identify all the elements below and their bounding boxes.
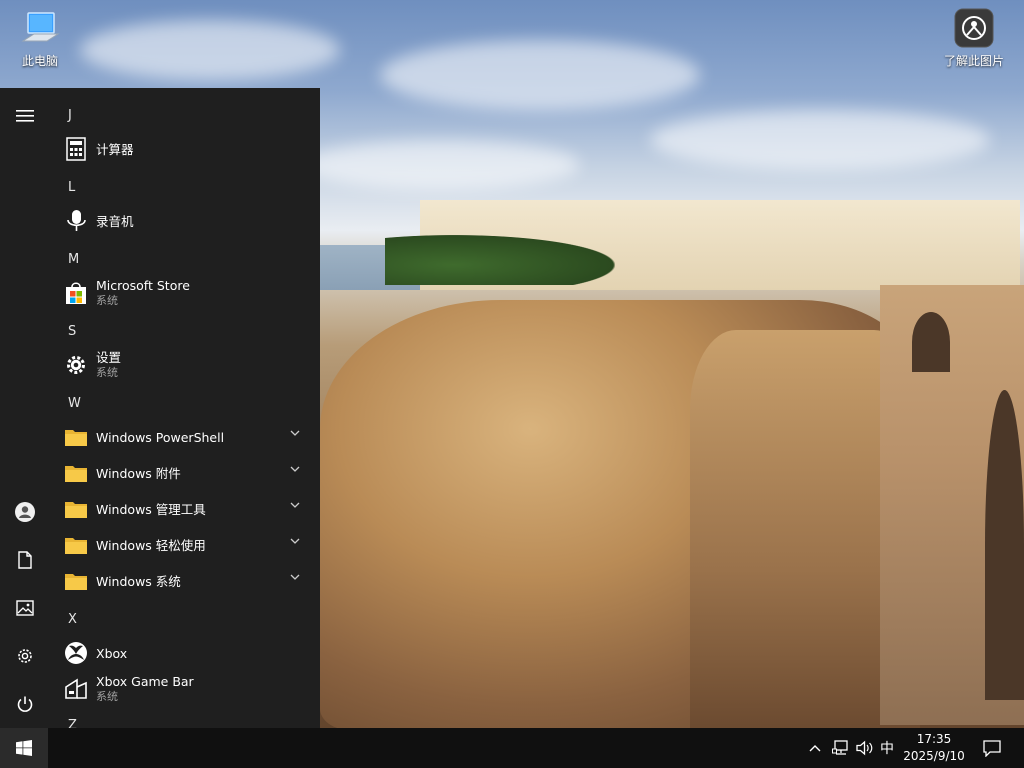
folder-icon (64, 497, 88, 521)
app-subtitle: 系统 (96, 690, 118, 703)
letter-header-s[interactable]: S (68, 324, 76, 339)
desktop-icon-label: 此电脑 (21, 54, 58, 68)
app-name: Xbox Game Bar (96, 674, 194, 689)
user-account-icon (15, 502, 35, 522)
network-button[interactable] (830, 728, 852, 768)
app-name: Xbox (96, 645, 128, 661)
letter-header-w[interactable]: W (68, 396, 81, 411)
power-icon (17, 696, 33, 712)
app-name: Windows 附件 (96, 465, 181, 481)
settings-gear-icon (18, 649, 32, 663)
app-folder-windows-system[interactable]: Windows 系统 (60, 564, 310, 598)
clock-time: 17:35 (916, 732, 952, 746)
xbox-game-bar-icon (64, 677, 88, 701)
taskbar: 中 17:35 2025/9/10 (0, 728, 1024, 768)
folder-icon (64, 461, 88, 485)
power-button[interactable] (8, 687, 42, 721)
folder-icon (64, 569, 88, 593)
app-folder-windows-admin-tools[interactable]: Windows 管理工具 (60, 492, 310, 526)
volume-icon (856, 740, 873, 756)
hamburger-icon (16, 110, 34, 122)
app-name: 计算器 (96, 141, 134, 157)
app-folder-windows-ease-of-access[interactable]: Windows 轻松使用 (60, 528, 310, 562)
app-name: Microsoft Store (96, 278, 190, 293)
app-name: 设置 (96, 350, 122, 365)
xbox-icon (64, 641, 88, 665)
chevron-down-icon[interactable] (290, 574, 300, 580)
chevron-down-icon[interactable] (290, 430, 300, 436)
folder-icon (64, 425, 88, 449)
app-xbox-game-bar[interactable]: Xbox Game Bar 系统 (60, 672, 310, 706)
chevron-down-icon[interactable] (290, 538, 300, 544)
app-microsoft-store[interactable]: Microsoft Store 系统 (60, 276, 310, 310)
calculator-icon (64, 137, 88, 161)
app-subtitle: 系统 (96, 366, 118, 379)
network-icon (832, 740, 848, 755)
app-list: J 计算器 L 录音机 M Microsoft Store 系统 S 设置 系统… (50, 88, 320, 728)
start-button[interactable] (0, 728, 48, 768)
input-method-indicator[interactable]: 中 (877, 728, 897, 768)
app-name: 录音机 (96, 213, 134, 229)
chevron-down-icon[interactable] (290, 502, 300, 508)
start-menu-rail (0, 88, 50, 728)
app-voice-recorder[interactable]: 录音机 (60, 204, 310, 238)
app-subtitle: 系统 (96, 294, 118, 307)
chevron-down-icon[interactable] (290, 466, 300, 472)
pictures-button[interactable] (8, 591, 42, 625)
windows-logo-icon (16, 740, 32, 756)
expand-menu-button[interactable] (8, 99, 42, 133)
camera-info-icon (954, 8, 994, 48)
documents-button[interactable] (8, 543, 42, 577)
app-settings[interactable]: 设置 系统 (60, 348, 310, 382)
app-name: Windows 系统 (96, 573, 181, 589)
chevron-up-icon (809, 745, 821, 752)
desktop-icon-this-pc[interactable]: 此电脑 (0, 8, 80, 69)
show-hidden-icons-button[interactable] (806, 728, 824, 768)
folder-icon (64, 533, 88, 557)
app-folder-windows-powershell[interactable]: Windows PowerShell (60, 420, 310, 454)
notification-center-button[interactable] (978, 728, 1006, 768)
letter-header-l[interactable]: L (68, 180, 75, 195)
pictures-icon (16, 600, 34, 616)
gear-icon (64, 353, 88, 377)
desktop-icon-label: 了解此图片 (943, 54, 1004, 68)
letter-header-j[interactable]: J (68, 108, 72, 123)
letter-header-m[interactable]: M (68, 252, 79, 267)
user-account-button[interactable] (8, 495, 42, 529)
settings-button[interactable] (8, 639, 42, 673)
letter-header-z[interactable]: Z (68, 718, 77, 728)
app-name: Windows 轻松使用 (96, 537, 206, 553)
volume-button[interactable] (854, 728, 876, 768)
clock-date: 2025/9/10 (903, 749, 965, 763)
store-icon (64, 281, 88, 305)
app-name: Windows PowerShell (96, 429, 225, 445)
clock-button[interactable]: 17:35 2025/9/10 (898, 731, 970, 765)
app-folder-windows-accessories[interactable]: Windows 附件 (60, 456, 310, 490)
app-name: Windows 管理工具 (96, 501, 206, 517)
app-calculator[interactable]: 计算器 (60, 132, 310, 166)
computer-icon (20, 8, 60, 48)
documents-icon (18, 551, 32, 569)
app-xbox[interactable]: Xbox (60, 636, 310, 670)
letter-header-x[interactable]: X (68, 612, 77, 627)
start-menu: J 计算器 L 录音机 M Microsoft Store 系统 S 设置 系统… (0, 88, 320, 728)
notification-icon (983, 739, 1001, 757)
microphone-icon (64, 209, 88, 233)
desktop-icon-learn-about-picture[interactable]: 了解此图片 (934, 8, 1014, 69)
